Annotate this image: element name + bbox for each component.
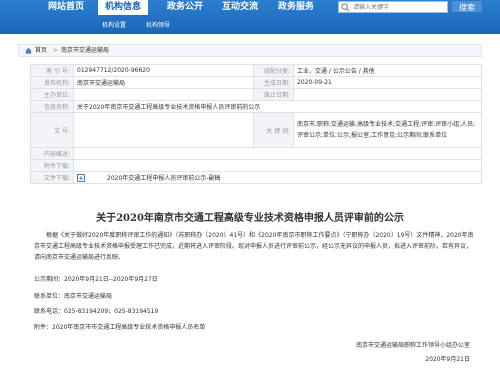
breadcrumb-current[interactable]: 南京市交通运输局 xyxy=(61,45,109,56)
document-meta-table: 索 引 号: 012947712/2020-96620 组配分类: 工业，交通 … xyxy=(30,64,482,184)
article-paragraph: 根据《关于做好2020年度职称评审工作的通知》（苏职称办〔2020〕41号）和《… xyxy=(34,232,474,261)
search-input[interactable] xyxy=(353,2,445,12)
nav-home[interactable]: 网站首页 xyxy=(36,1,96,14)
article-title: 关于2020年南京市交通工程高级专业技术资格申报人员评审前的公示 xyxy=(96,213,404,224)
subnav-leadership[interactable]: 机构领导 xyxy=(146,20,170,29)
home-icon xyxy=(25,47,32,54)
top-navigation-bar: 网站首页 机构信息 政务公开 互动交流 政务服务 机构设置 机构领导 搜索 xyxy=(0,0,500,34)
table-row: 索 引 号: 012947712/2020-96620 组配分类: 工业，交通 … xyxy=(30,64,482,77)
org-value: 南京市交通运输局 xyxy=(73,76,254,89)
file-download-link[interactable]: 2020年交通工程申报人员评审前公示-副稿 xyxy=(107,175,220,182)
table-row: 主办单位: 废止日期: xyxy=(30,88,482,101)
search-button[interactable]: 搜索 xyxy=(451,0,483,13)
org-label: 发布机构: xyxy=(30,76,74,89)
content-label: 内容概述: xyxy=(30,147,74,160)
table-row: 附件下载: xyxy=(30,159,482,172)
table-row: 文件下载: 2020年交通工程申报人员评审前公示-副稿 xyxy=(30,171,482,184)
subnav-org-setup[interactable]: 机构设置 xyxy=(102,20,126,29)
search-box xyxy=(338,1,448,13)
docno-value xyxy=(73,112,254,148)
article-attachment[interactable]: 附件：2020年南京市市交通工程高级专业技术资格申报人员名单 xyxy=(34,322,205,331)
table-row: 信息名称: 关于2020年南京市交通工程高级专业技术资格申报人员评审前的公示 xyxy=(30,100,482,113)
table-row: 发布机构: 南京市交通运输局 生成日期: 2020-09-21 xyxy=(30,76,482,89)
subject-label: 主办单位: xyxy=(30,88,74,101)
expire-label: 废止日期: xyxy=(253,88,294,101)
attach-value xyxy=(73,159,482,172)
category-label: 组配分类: xyxy=(253,64,294,77)
nav-interaction[interactable]: 互动交流 xyxy=(212,1,268,14)
table-row: 文 号: 关 键 词: 南京市;职称;交通运输;高级专业技术;交通工程;评审;评… xyxy=(30,112,482,148)
content-value xyxy=(73,147,482,160)
keywords-value: 南京市;职称;交通运输;高级专业技术;交通工程;评审;评审小组;人员;评审公示;… xyxy=(293,112,482,148)
docno-label: 文 号: xyxy=(30,112,74,148)
attach-label: 附件下载: xyxy=(30,159,74,172)
table-row: 内容概述: xyxy=(30,147,482,160)
article-date: 2020年9月21日 xyxy=(425,356,470,363)
index-value: 012947712/2020-96620 xyxy=(73,64,254,77)
article-signature: 南京市交通运输局职称工作领导小组办公室 xyxy=(355,342,470,349)
nav-government-affairs[interactable]: 政务公开 xyxy=(158,1,212,14)
title-label: 信息名称: xyxy=(30,100,74,113)
search-icon xyxy=(341,3,350,12)
breadcrumb-home[interactable]: 首页 xyxy=(35,45,47,56)
breadcrumb: 首页 > 南京市交通运输局 xyxy=(18,44,482,57)
index-label: 索 引 号: xyxy=(30,64,74,77)
expire-value xyxy=(293,88,482,101)
pubdate-label: 生成日期: xyxy=(253,76,294,89)
files-label: 文件下载: xyxy=(30,171,74,184)
article-unit: 联系单位：南京市交通运输局 xyxy=(34,293,113,300)
breadcrumb-separator: > xyxy=(53,47,59,54)
category-value: 工业，交通 / 公示公告 / 其他 xyxy=(293,64,482,77)
title-value: 关于2020年南京市交通工程高级专业技术资格申报人员评审前的公示 xyxy=(73,100,482,113)
nav-institution-info[interactable]: 机构信息 xyxy=(98,0,148,15)
nav-services[interactable]: 政务服务 xyxy=(268,1,324,14)
files-cell: 2020年交通工程申报人员评审前公示-副稿 xyxy=(73,171,482,184)
pubdate-value: 2020-09-21 xyxy=(293,76,482,89)
subject-value xyxy=(73,88,254,101)
download-icon[interactable] xyxy=(77,174,85,183)
article-period: 公示期间：2020年9月21日--2020年9月27日 xyxy=(34,276,158,283)
article-phone: 联系电话：025-83194209；025-83194519 xyxy=(34,308,159,315)
keywords-label: 关 键 词: xyxy=(253,112,294,148)
